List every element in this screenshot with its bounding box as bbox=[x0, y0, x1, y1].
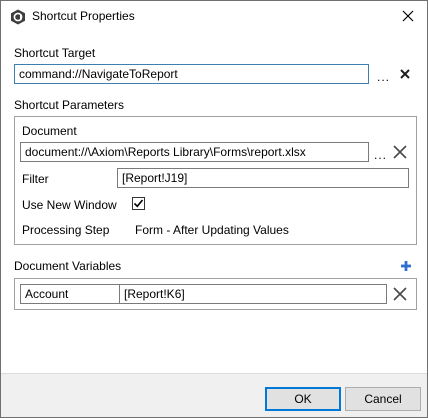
delete-icon bbox=[400, 69, 410, 79]
variable-value-input[interactable]: [Report!K6] bbox=[119, 284, 387, 304]
shortcut-parameters-label: Shortcut Parameters bbox=[14, 98, 125, 112]
document-variables-label: Document Variables bbox=[14, 259, 122, 273]
shortcut-target-label: Shortcut Target bbox=[14, 46, 96, 60]
document-clear-button[interactable] bbox=[392, 144, 408, 163]
dialog-footer: OK Cancel bbox=[1, 373, 427, 417]
plus-icon bbox=[401, 261, 411, 271]
shortcut-properties-dialog: Shortcut Properties Shortcut Target comm… bbox=[0, 0, 428, 418]
dialog-content: Shortcut Target command://NavigateToRepo… bbox=[1, 32, 427, 373]
ok-button[interactable]: OK bbox=[265, 387, 341, 411]
document-browse-button[interactable]: ... bbox=[374, 149, 387, 161]
processing-step-label: Processing Step bbox=[22, 223, 110, 237]
filter-input[interactable]: [Report!J19] bbox=[117, 168, 409, 188]
cancel-button[interactable]: Cancel bbox=[345, 387, 421, 411]
close-window-button[interactable] bbox=[397, 5, 419, 27]
shortcut-parameters-group: Document document://\Axiom\Reports Libra… bbox=[14, 116, 417, 245]
add-variable-button[interactable] bbox=[401, 260, 411, 274]
app-logo-icon bbox=[10, 9, 26, 25]
document-label: Document bbox=[22, 124, 77, 138]
document-variables-group: Account [Report!K6] bbox=[14, 278, 417, 310]
shortcut-target-clear-button[interactable] bbox=[399, 68, 411, 83]
close-icon bbox=[402, 10, 414, 22]
remove-variable-button[interactable] bbox=[392, 286, 408, 305]
shortcut-target-browse-button[interactable]: ... bbox=[377, 71, 390, 83]
processing-step-value: Form - After Updating Values bbox=[135, 223, 289, 237]
filter-label: Filter bbox=[22, 172, 49, 186]
delete-icon bbox=[393, 287, 407, 301]
use-new-window-label: Use New Window bbox=[22, 198, 117, 212]
window-title: Shortcut Properties bbox=[32, 9, 135, 23]
use-new-window-checkbox[interactable] bbox=[132, 197, 145, 210]
shortcut-target-input[interactable]: command://NavigateToReport bbox=[14, 64, 369, 84]
delete-icon bbox=[393, 145, 407, 159]
document-input[interactable]: document://\Axiom\Reports Library\Forms\… bbox=[20, 142, 369, 162]
variable-name-input[interactable]: Account bbox=[20, 284, 120, 304]
checkmark-icon bbox=[133, 199, 144, 208]
title-bar: Shortcut Properties bbox=[1, 1, 427, 32]
